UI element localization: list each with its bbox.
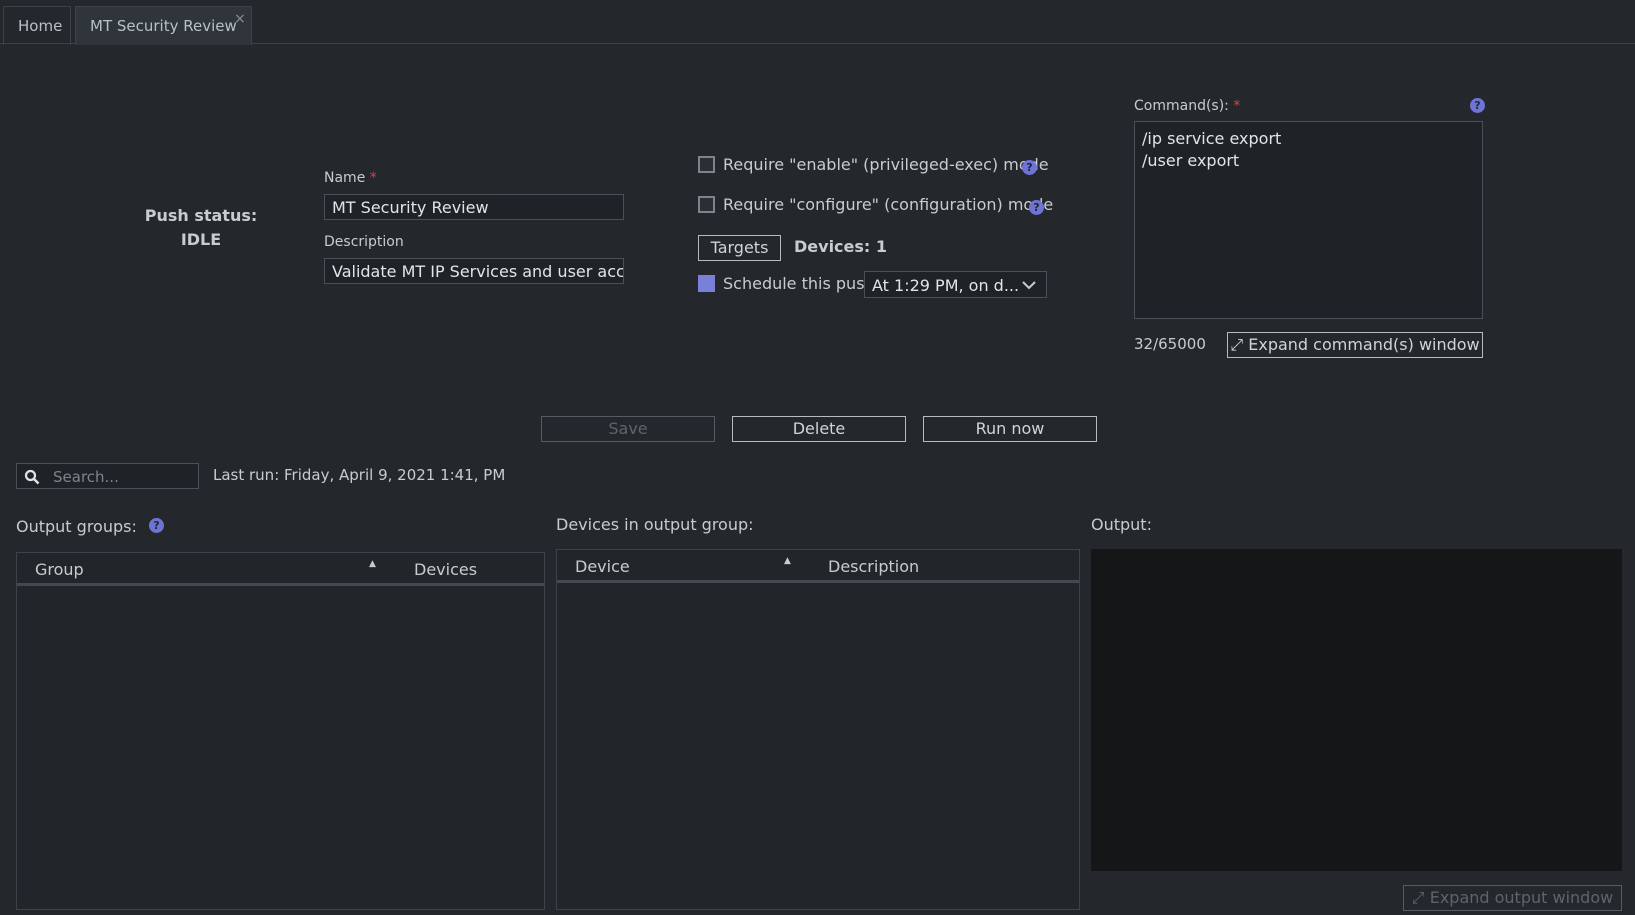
enable-mode-checkbox[interactable] xyxy=(698,156,715,173)
close-tab-icon[interactable]: × xyxy=(234,11,246,27)
search-icon xyxy=(24,469,40,485)
push-status-value: IDLE xyxy=(180,230,222,249)
output-groups-table: Group ▲ Devices xyxy=(16,552,545,910)
name-input[interactable]: MT Security Review xyxy=(324,194,624,220)
tab-label: MT Security Review xyxy=(90,17,237,35)
tab-home[interactable]: Home xyxy=(3,6,71,45)
expand-icon: ⤢ xyxy=(1230,335,1244,354)
output-label: Output: xyxy=(1091,515,1152,534)
help-icon[interactable]: ? xyxy=(1022,160,1037,175)
output-groups-label: Output groups: xyxy=(16,517,137,536)
schedule-checkbox[interactable] xyxy=(698,275,715,292)
description-input[interactable]: Validate MT IP Services and user accou xyxy=(324,258,624,284)
help-icon[interactable]: ? xyxy=(149,518,164,533)
description-label: Description xyxy=(324,234,404,250)
commands-label: Command(s): * xyxy=(1134,98,1241,114)
run-now-button[interactable]: Run now xyxy=(923,416,1097,442)
targets-button[interactable]: Targets xyxy=(698,235,781,261)
table-header: Device ▲ Description xyxy=(557,550,1079,583)
command-line: /ip service export xyxy=(1142,129,1282,148)
commands-textarea[interactable]: /ip service export /user export xyxy=(1134,121,1483,319)
name-label: Name * xyxy=(324,170,377,186)
command-char-count: 32/65000 xyxy=(1134,335,1206,353)
sort-asc-icon[interactable]: ▲ xyxy=(369,559,376,569)
column-device[interactable]: Device xyxy=(575,557,630,576)
search-input[interactable]: Search... xyxy=(16,463,199,489)
table-header: Group ▲ Devices xyxy=(17,553,544,586)
configure-mode-checkbox[interactable] xyxy=(698,196,715,213)
schedule-dropdown[interactable]: At 1:29 PM, on d... xyxy=(864,271,1047,298)
help-icon[interactable]: ? xyxy=(1470,98,1485,113)
delete-button[interactable]: Delete xyxy=(732,416,906,442)
output-panel xyxy=(1091,549,1622,871)
column-description[interactable]: Description xyxy=(828,557,919,576)
expand-output-button[interactable]: ⤢ Expand output window xyxy=(1403,885,1622,911)
push-status: Push status: IDLE xyxy=(140,204,262,252)
command-line: /user export xyxy=(1142,151,1240,170)
sort-asc-icon[interactable]: ▲ xyxy=(784,556,791,566)
column-group[interactable]: Group xyxy=(35,560,84,579)
expand-icon: ⤢ xyxy=(1411,888,1425,907)
tab-mt-security-review[interactable]: MT Security Review × xyxy=(75,6,252,45)
expand-commands-button[interactable]: ⤢ Expand command(s) window xyxy=(1227,332,1483,358)
push-status-label: Push status: xyxy=(144,206,258,225)
configure-mode-label: Require "configure" (configuration) mode xyxy=(723,195,1054,214)
tab-label: Home xyxy=(18,17,63,35)
devices-count: Devices: 1 xyxy=(794,237,888,256)
chevron-down-icon xyxy=(1022,281,1036,290)
schedule-value: At 1:29 PM, on d... xyxy=(872,276,1020,295)
enable-mode-label: Require "enable" (privileged-exec) mode xyxy=(723,155,1049,174)
save-button[interactable]: Save xyxy=(541,416,715,442)
tab-bar: Home MT Security Review × xyxy=(0,0,1635,45)
devices-in-group-label: Devices in output group: xyxy=(556,515,754,534)
column-devices[interactable]: Devices xyxy=(414,560,477,579)
help-icon[interactable]: ? xyxy=(1029,200,1044,215)
schedule-label: Schedule this push xyxy=(723,274,875,293)
last-run: Last run: Friday, April 9, 2021 1:41, PM xyxy=(213,466,506,484)
devices-table: Device ▲ Description xyxy=(556,549,1080,910)
